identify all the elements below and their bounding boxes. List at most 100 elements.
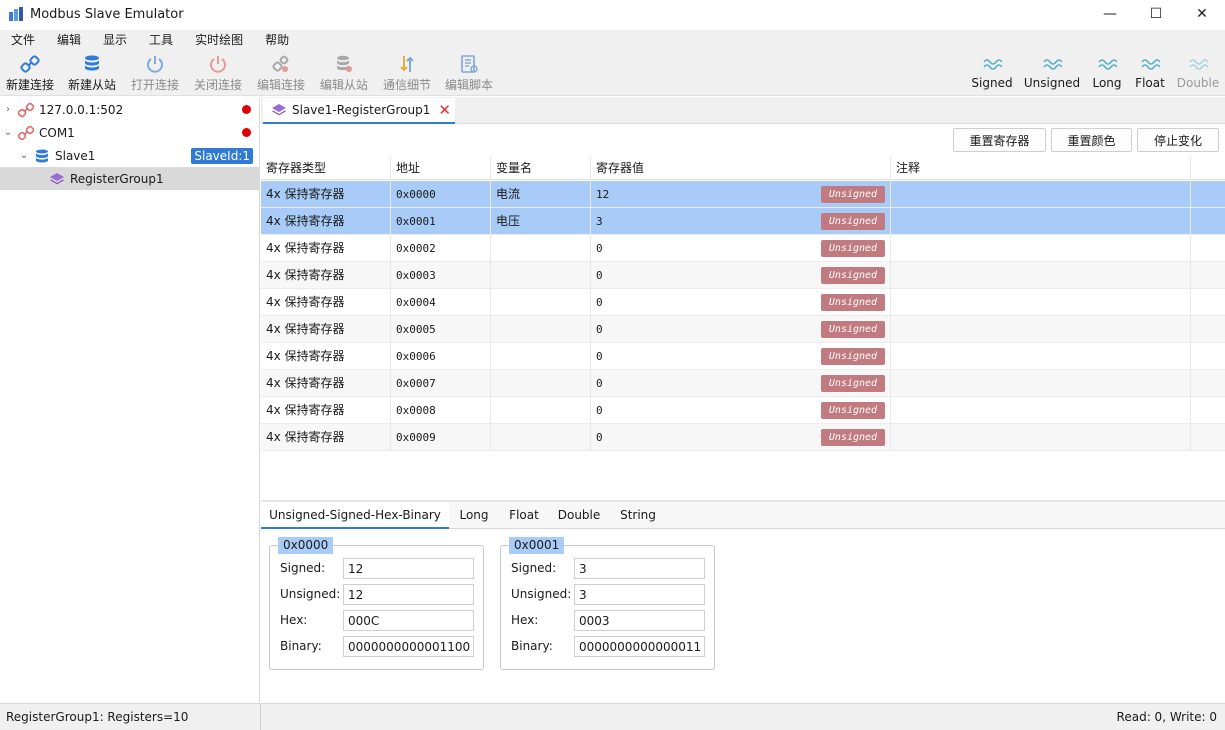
cell-address[interactable]: 0x0003 <box>391 262 491 289</box>
table-row[interactable]: 4x 保持寄存器 0x0009 0 Unsigned <box>261 424 1225 451</box>
format-badge[interactable]: Unsigned <box>821 294 885 311</box>
format-badge[interactable]: Unsigned <box>821 402 885 419</box>
plot-signed-button[interactable]: Signed <box>968 52 1016 94</box>
cell-register-type[interactable]: 4x 保持寄存器 <box>261 424 391 451</box>
cell-address[interactable]: 0x0000 <box>391 181 491 208</box>
edit-connection-button[interactable]: 编辑连接 <box>255 52 307 94</box>
comm-details-button[interactable]: 通信细节 <box>381 52 433 94</box>
minimize-button[interactable]: — <box>1087 0 1133 28</box>
cell-address[interactable]: 0x0001 <box>391 208 491 235</box>
plot-unsigned-button[interactable]: Unsigned <box>1022 52 1082 94</box>
cell-register-type[interactable]: 4x 保持寄存器 <box>261 235 391 262</box>
format-badge[interactable]: Unsigned <box>821 375 885 392</box>
table-row[interactable]: 4x 保持寄存器 0x0005 0 Unsigned <box>261 316 1225 343</box>
chevron-down-icon[interactable]: ⌄ <box>3 127 13 138</box>
tree-node-tcp-connection[interactable]: › 127.0.0.1:502 <box>0 98 259 121</box>
table-row[interactable]: 4x 保持寄存器 0x0000 电流 12 Unsigned <box>261 181 1225 208</box>
column-header-address[interactable]: 地址 <box>391 156 491 180</box>
maximize-button[interactable]: ☐ <box>1133 0 1179 28</box>
menu-file[interactable]: 文件 <box>0 30 46 50</box>
plot-long-button[interactable]: Long <box>1088 52 1126 94</box>
table-row[interactable]: 4x 保持寄存器 0x0006 0 Unsigned <box>261 343 1225 370</box>
binary-field[interactable] <box>574 636 705 657</box>
table-row[interactable]: 4x 保持寄存器 0x0002 0 Unsigned <box>261 235 1225 262</box>
cell-variable-name[interactable]: 电压 <box>491 208 591 235</box>
new-slave-button[interactable]: 新建从站 <box>66 52 118 94</box>
cell-variable-name[interactable] <box>491 343 591 370</box>
tree-node-slave[interactable]: ⌄ Slave1 SlaveId:1 <box>0 144 259 167</box>
cell-variable-name[interactable] <box>491 397 591 424</box>
open-connection-button[interactable]: 打开连接 <box>129 52 181 94</box>
cell-address[interactable]: 0x0009 <box>391 424 491 451</box>
cell-comment[interactable] <box>891 316 1191 343</box>
hex-field[interactable] <box>343 610 474 631</box>
cell-address[interactable]: 0x0008 <box>391 397 491 424</box>
tab-string[interactable]: String <box>611 502 665 529</box>
column-header-register-value[interactable]: 寄存器值 <box>591 156 891 180</box>
tab-double[interactable]: Double <box>551 502 607 529</box>
cell-variable-name[interactable] <box>491 289 591 316</box>
unsigned-field[interactable] <box>574 584 705 605</box>
signed-field[interactable] <box>574 558 705 579</box>
chevron-right-icon[interactable]: › <box>3 104 13 115</box>
stop-changing-button[interactable]: 停止变化 <box>1137 128 1219 152</box>
cell-register-type[interactable]: 4x 保持寄存器 <box>261 316 391 343</box>
edit-script-button[interactable]: 编辑脚本 <box>443 52 495 94</box>
format-badge[interactable]: Unsigned <box>821 186 885 203</box>
new-connection-button[interactable]: 新建连接 <box>4 52 56 94</box>
cell-comment[interactable] <box>891 262 1191 289</box>
cell-variable-name[interactable] <box>491 235 591 262</box>
menu-realtime-plot[interactable]: 实时绘图 <box>184 30 254 50</box>
cell-register-type[interactable]: 4x 保持寄存器 <box>261 262 391 289</box>
format-badge[interactable]: Unsigned <box>821 429 885 446</box>
column-header-register-type[interactable]: 寄存器类型 <box>261 156 391 180</box>
table-row[interactable]: 4x 保持寄存器 0x0004 0 Unsigned <box>261 289 1225 316</box>
menu-view[interactable]: 显示 <box>92 30 138 50</box>
reset-colors-button[interactable]: 重置颜色 <box>1051 128 1132 152</box>
cell-register-type[interactable]: 4x 保持寄存器 <box>261 208 391 235</box>
cell-variable-name[interactable] <box>491 316 591 343</box>
column-header-comment[interactable]: 注释 <box>891 156 1191 180</box>
tree-node-register-group[interactable]: RegisterGroup1 <box>0 167 259 190</box>
cell-address[interactable]: 0x0007 <box>391 370 491 397</box>
format-badge[interactable]: Unsigned <box>821 240 885 257</box>
reset-registers-button[interactable]: 重置寄存器 <box>953 128 1046 152</box>
tab-long[interactable]: Long <box>451 502 497 529</box>
cell-address[interactable]: 0x0002 <box>391 235 491 262</box>
cell-register-type[interactable]: 4x 保持寄存器 <box>261 181 391 208</box>
column-header-variable-name[interactable]: 变量名 <box>491 156 591 180</box>
cell-variable-name[interactable]: 电流 <box>491 181 591 208</box>
cell-register-type[interactable]: 4x 保持寄存器 <box>261 370 391 397</box>
cell-address[interactable]: 0x0005 <box>391 316 491 343</box>
cell-register-type[interactable]: 4x 保持寄存器 <box>261 289 391 316</box>
table-row[interactable]: 4x 保持寄存器 0x0001 电压 3 Unsigned <box>261 208 1225 235</box>
close-connection-button[interactable]: 关闭连接 <box>192 52 244 94</box>
tree-node-com-connection[interactable]: ⌄ COM1 <box>0 121 259 144</box>
cell-comment[interactable] <box>891 370 1191 397</box>
table-row[interactable]: 4x 保持寄存器 0x0008 0 Unsigned <box>261 397 1225 424</box>
cell-comment[interactable] <box>891 208 1191 235</box>
cell-variable-name[interactable] <box>491 370 591 397</box>
tab-slave1-registergroup1[interactable]: Slave1-RegisterGroup1 ✕ <box>263 98 455 124</box>
menu-edit[interactable]: 编辑 <box>46 30 92 50</box>
cell-comment[interactable] <box>891 235 1191 262</box>
hex-field[interactable] <box>574 610 705 631</box>
format-badge[interactable]: Unsigned <box>821 267 885 284</box>
format-badge[interactable]: Unsigned <box>821 321 885 338</box>
edit-slave-button[interactable]: 编辑从站 <box>318 52 370 94</box>
cell-comment[interactable] <box>891 181 1191 208</box>
table-row[interactable]: 4x 保持寄存器 0x0003 0 Unsigned <box>261 262 1225 289</box>
plot-double-button[interactable]: Double <box>1174 52 1222 94</box>
cell-register-type[interactable]: 4x 保持寄存器 <box>261 397 391 424</box>
close-icon[interactable]: ✕ <box>438 101 451 119</box>
cell-address[interactable]: 0x0004 <box>391 289 491 316</box>
menu-tools[interactable]: 工具 <box>138 30 184 50</box>
table-row[interactable]: 4x 保持寄存器 0x0007 0 Unsigned <box>261 370 1225 397</box>
close-button[interactable]: ✕ <box>1179 0 1225 28</box>
cell-variable-name[interactable] <box>491 424 591 451</box>
cell-variable-name[interactable] <box>491 262 591 289</box>
menu-help[interactable]: 帮助 <box>254 30 300 50</box>
tab-unsigned-signed-hex-binary[interactable]: Unsigned-Signed-Hex-Binary <box>261 502 449 529</box>
chevron-down-icon[interactable]: ⌄ <box>19 150 29 161</box>
unsigned-field[interactable] <box>343 584 474 605</box>
